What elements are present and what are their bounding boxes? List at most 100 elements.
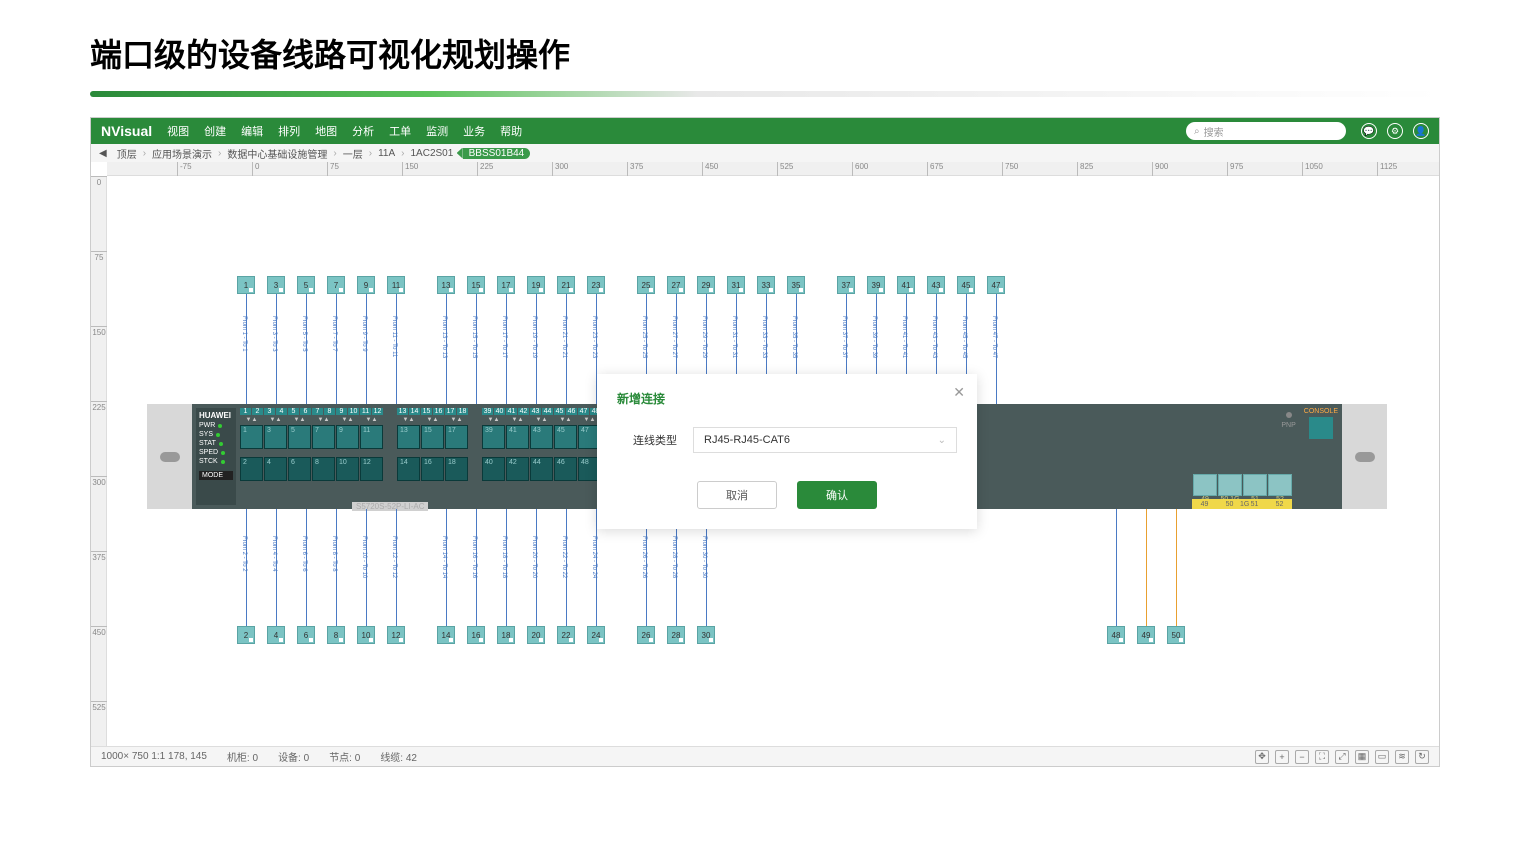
fit-tool[interactable]: ⛶	[1315, 750, 1329, 764]
patch-port[interactable]: 30	[697, 626, 715, 644]
patch-port[interactable]: 18	[497, 626, 515, 644]
switch-port[interactable]: 3	[264, 425, 287, 449]
menu-item[interactable]: 帮助	[500, 123, 522, 139]
confirm-button[interactable]: 确认	[797, 481, 877, 509]
switch-port[interactable]: 7	[312, 425, 335, 449]
zoom-in-tool[interactable]: +	[1275, 750, 1289, 764]
patch-port[interactable]: 24	[587, 626, 605, 644]
patch-port[interactable]: 39	[867, 276, 885, 294]
switch-port[interactable]: 8	[312, 457, 335, 481]
patch-port[interactable]: 5	[297, 276, 315, 294]
patch-port[interactable]: 43	[927, 276, 945, 294]
patch-port[interactable]: 21	[557, 276, 575, 294]
layers-tool[interactable]: ≋	[1395, 750, 1409, 764]
switch-port[interactable]: 16	[421, 457, 444, 481]
breadcrumb-item[interactable]: BBSS01B44	[463, 148, 531, 159]
cable-type-select[interactable]: RJ45-RJ45-CAT6 ⌄	[693, 427, 957, 453]
switch-port[interactable]: 1	[240, 425, 263, 449]
switch-port[interactable]: 4	[264, 457, 287, 481]
layout-tool[interactable]: ▭	[1375, 750, 1389, 764]
switch-port[interactable]: 10	[336, 457, 359, 481]
patch-port[interactable]: 31	[727, 276, 745, 294]
switch-port[interactable]: 12	[360, 457, 383, 481]
switch-port[interactable]: 44	[530, 457, 553, 481]
patch-port[interactable]: 3	[267, 276, 285, 294]
sfp-port[interactable]	[1218, 474, 1242, 496]
menu-item[interactable]: 创建	[204, 123, 226, 139]
patch-port[interactable]: 29	[697, 276, 715, 294]
refresh-tool[interactable]: ↻	[1415, 750, 1429, 764]
patch-port[interactable]: 11	[387, 276, 405, 294]
patch-port[interactable]: 35	[787, 276, 805, 294]
breadcrumb-item[interactable]: 应用场景演示	[146, 146, 218, 161]
menu-item[interactable]: 业务	[463, 123, 485, 139]
patch-port[interactable]: 26	[637, 626, 655, 644]
breadcrumb-item[interactable]: 11A	[372, 148, 401, 159]
switch-port[interactable]: 9	[336, 425, 359, 449]
patch-port[interactable]: 48	[1107, 626, 1125, 644]
switch-port[interactable]: 43	[530, 425, 553, 449]
switch-port[interactable]: 14	[397, 457, 420, 481]
patch-port[interactable]: 16	[467, 626, 485, 644]
user-icon[interactable]: 👤	[1413, 123, 1429, 139]
patch-port[interactable]: 37	[837, 276, 855, 294]
patch-port[interactable]: 2	[237, 626, 255, 644]
cancel-button[interactable]: 取消	[697, 481, 777, 509]
patch-port[interactable]: 33	[757, 276, 775, 294]
breadcrumb-item[interactable]: 一层	[337, 146, 369, 161]
zoom-out-tool[interactable]: −	[1295, 750, 1309, 764]
patch-port[interactable]: 20	[527, 626, 545, 644]
switch-port[interactable]: 15	[421, 425, 444, 449]
patch-port[interactable]: 17	[497, 276, 515, 294]
patch-port[interactable]: 13	[437, 276, 455, 294]
patch-port[interactable]: 50	[1167, 626, 1185, 644]
patch-port[interactable]: 23	[587, 276, 605, 294]
canvas[interactable]: HUAWEI PWRSYSSTATSPEDSTCK MODE 123456789…	[107, 176, 1439, 748]
patch-port[interactable]: 25	[637, 276, 655, 294]
breadcrumb-item[interactable]: 顶层	[111, 146, 143, 161]
collapse-icon[interactable]: ◀	[99, 148, 107, 159]
switch-port[interactable]: 5	[288, 425, 311, 449]
menu-item[interactable]: 编辑	[241, 123, 263, 139]
patch-port[interactable]: 8	[327, 626, 345, 644]
menu-item[interactable]: 视图	[167, 123, 189, 139]
switch-port[interactable]: 18	[445, 457, 468, 481]
menu-item[interactable]: 分析	[352, 123, 374, 139]
patch-port[interactable]: 14	[437, 626, 455, 644]
switch-port[interactable]: 2	[240, 457, 263, 481]
patch-port[interactable]: 27	[667, 276, 685, 294]
patch-port[interactable]: 28	[667, 626, 685, 644]
switch-port[interactable]: 13	[397, 425, 420, 449]
switch-port[interactable]: 46	[554, 457, 577, 481]
mode-button[interactable]: MODE	[199, 471, 233, 480]
patch-port[interactable]: 15	[467, 276, 485, 294]
switch-port[interactable]: 11	[360, 425, 383, 449]
menu-item[interactable]: 地图	[315, 123, 337, 139]
sfp-port[interactable]	[1193, 474, 1217, 496]
patch-port[interactable]: 4	[267, 626, 285, 644]
switch-port[interactable]: 17	[445, 425, 468, 449]
switch-port[interactable]: 42	[506, 457, 529, 481]
patch-port[interactable]: 7	[327, 276, 345, 294]
canvas-area[interactable]: -750751502253003754505256006757508259009…	[91, 162, 1439, 748]
patch-port[interactable]: 1	[237, 276, 255, 294]
patch-port[interactable]: 10	[357, 626, 375, 644]
chat-icon[interactable]: 💬	[1361, 123, 1377, 139]
patch-port[interactable]: 49	[1137, 626, 1155, 644]
patch-port[interactable]: 19	[527, 276, 545, 294]
grid-tool[interactable]: ▦	[1355, 750, 1369, 764]
search-input[interactable]: ⌕ 搜索	[1186, 122, 1346, 140]
sfp-port[interactable]	[1243, 474, 1267, 496]
patch-port[interactable]: 47	[987, 276, 1005, 294]
close-icon[interactable]: ✕	[953, 384, 965, 401]
patch-port[interactable]: 6	[297, 626, 315, 644]
patch-port[interactable]: 9	[357, 276, 375, 294]
fullscreen-tool[interactable]: ⤢	[1335, 750, 1349, 764]
breadcrumb-item[interactable]: 数据中心基础设施管理	[221, 146, 333, 161]
switch-port[interactable]: 6	[288, 457, 311, 481]
breadcrumb-item[interactable]: 1AC2S01	[404, 148, 459, 159]
switch-port[interactable]: 45	[554, 425, 577, 449]
switch-port[interactable]: 39	[482, 425, 505, 449]
menu-item[interactable]: 排列	[278, 123, 300, 139]
patch-port[interactable]: 12	[387, 626, 405, 644]
